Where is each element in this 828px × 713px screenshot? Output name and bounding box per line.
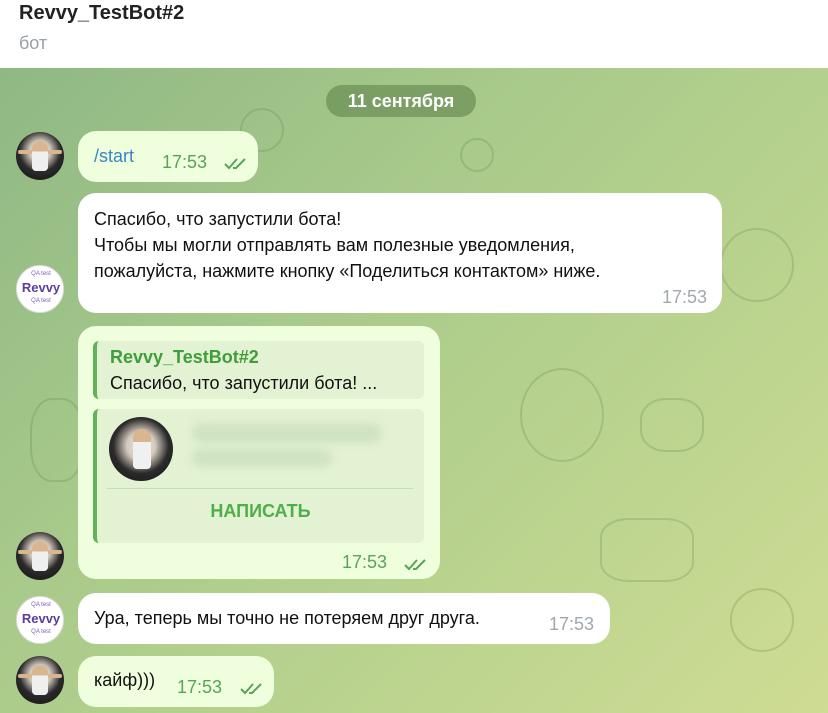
message-time: 17:53 <box>549 614 595 634</box>
double-check-icon <box>240 683 262 695</box>
double-check-icon <box>404 559 426 571</box>
card-divider <box>107 488 413 489</box>
message-bubble[interactable]: Спасибо, что запустили бота! Чтобы мы мо… <box>78 193 722 313</box>
doodle-circle <box>730 588 794 652</box>
message-text: кайф))) <box>94 670 156 690</box>
chat-header[interactable]: Revvy_TestBot#2 бот <box>0 0 828 68</box>
message-text: Чтобы мы могли отправлять вам полезные у… <box>94 235 575 255</box>
user-avatar[interactable] <box>16 656 64 704</box>
doodle-circle <box>520 368 604 462</box>
reply-sender: Revvy_TestBot#2 <box>110 347 259 367</box>
message-time: 17:53 <box>177 677 223 697</box>
bot-avatar[interactable]: QA test Revvy QA test <box>16 265 64 313</box>
message-text: Спасибо, что запустили бота! <box>94 209 342 229</box>
chat-area[interactable]: 11 сентября /start 17:53 QA test Revvy Q… <box>0 68 828 713</box>
user-avatar[interactable] <box>16 532 64 580</box>
message-bubble[interactable]: Ура, теперь мы точно не потеряем друг др… <box>78 593 610 644</box>
message-time: 17:53 <box>342 552 388 572</box>
doodle-circle <box>600 518 694 582</box>
doodle-circle <box>460 138 494 172</box>
date-separator: 11 сентября <box>326 85 476 117</box>
message-bubble[interactable]: кайф))) 17:53 <box>78 656 274 707</box>
contact-card[interactable]: НАПИСАТЬ <box>93 409 424 543</box>
blurred-phone <box>192 449 332 467</box>
blurred-name <box>192 423 382 443</box>
reply-quote[interactable]: Revvy_TestBot#2 Спасибо, что запустили б… <box>93 341 424 399</box>
user-avatar[interactable] <box>16 132 64 180</box>
bot-avatar[interactable]: QA test Revvy QA test <box>16 596 64 644</box>
contact-photo[interactable] <box>109 417 173 481</box>
doodle-circle <box>720 228 794 302</box>
double-check-icon <box>224 158 246 170</box>
reply-text: Спасибо, что запустили бота! ... <box>110 373 378 393</box>
message-text: пожалуйста, нажмите кнопку «Поделиться к… <box>94 261 601 281</box>
message-text: Ура, теперь мы точно не потеряем друг др… <box>94 608 480 628</box>
chat-subtitle: бот <box>19 33 48 53</box>
write-button[interactable]: НАПИСАТЬ <box>97 501 424 522</box>
command-link[interactable]: /start <box>94 146 134 167</box>
doodle-circle <box>30 398 84 482</box>
message-time: 17:53 <box>162 152 208 172</box>
chat-title[interactable]: Revvy_TestBot#2 <box>19 2 184 25</box>
doodle-circle <box>640 398 704 452</box>
message-time: 17:53 <box>662 287 708 307</box>
message-bubble[interactable]: /start 17:53 <box>78 131 258 182</box>
